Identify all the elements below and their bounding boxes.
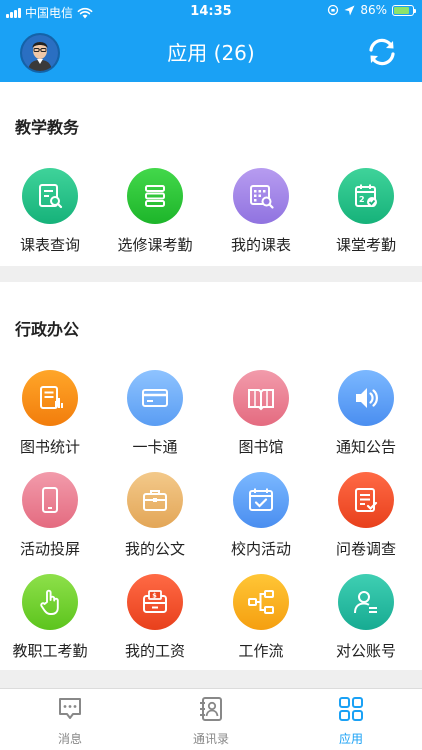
app-label: 通知公告: [335, 438, 396, 456]
report-icon: [22, 370, 78, 426]
app-label: 选修课考勤: [117, 236, 193, 254]
app-label: 对公账号: [335, 642, 396, 660]
search-table-icon: [22, 168, 78, 224]
app-label: 工作流: [238, 642, 284, 660]
section-title: 教学教务: [15, 118, 80, 137]
orientation-lock-icon: [328, 4, 339, 16]
app-screen-cast[interactable]: 活动投屏: [0, 472, 100, 559]
app-corporate-account[interactable]: 对公账号: [316, 574, 416, 661]
phone-icon: [22, 472, 78, 528]
app-campus-activity[interactable]: 校内活动: [211, 472, 311, 559]
svg-text:$: $: [152, 592, 157, 600]
status-bar: 中国电信 14:35 86%: [0, 0, 422, 22]
hand-pointer-icon: [22, 574, 78, 630]
refresh-icon[interactable]: [364, 34, 400, 70]
app-label: 课表查询: [19, 236, 80, 254]
nav-bar: 应用 (26): [0, 22, 422, 82]
briefcase-icon: [127, 472, 183, 528]
app-label: 教职工考勤: [12, 642, 88, 660]
section-divider: [0, 266, 422, 282]
page-title: 应用 (26): [167, 41, 255, 65]
app-my-salary[interactable]: $ 我的工资: [105, 574, 205, 661]
calendar-check-icon: [233, 472, 289, 528]
section-teaching: 教学教务 课表查询 选修课考勤 我的课表 2 课堂考勤: [0, 82, 422, 266]
chat-icon: [59, 698, 81, 719]
app-campus-card[interactable]: 一卡通: [105, 370, 205, 457]
app-elective-attendance[interactable]: 选修课考勤: [105, 168, 205, 255]
card-icon: [127, 370, 183, 426]
app-library[interactable]: 图书馆: [211, 370, 311, 457]
account-icon: [338, 574, 394, 630]
app-label: 图书馆: [238, 438, 284, 456]
wallet-icon: $: [127, 574, 183, 630]
app-label: 校内活动: [230, 540, 291, 558]
tab-label: 通讯录: [192, 732, 229, 746]
tab-contacts[interactable]: 通讯录: [161, 695, 261, 747]
tab-label: 消息: [57, 732, 82, 746]
app-notice[interactable]: 通知公告: [316, 370, 416, 457]
contacts-icon: [200, 697, 222, 721]
section-divider: [0, 670, 422, 688]
app-label: 一卡通: [132, 438, 178, 456]
layers-icon: [127, 168, 183, 224]
tab-bar: 消息 通讯录 应用: [0, 688, 422, 750]
app-label: 我的公文: [124, 540, 185, 558]
app-survey[interactable]: 问卷调查: [316, 472, 416, 559]
flow-icon: [233, 574, 289, 630]
app-label: 我的工资: [124, 642, 185, 660]
app-my-documents[interactable]: 我的公文: [105, 472, 205, 559]
battery-percent: 86%: [360, 3, 387, 17]
list-icon: [338, 472, 394, 528]
speaker-icon: [338, 370, 394, 426]
calendar-search-icon: [233, 168, 289, 224]
app-label: 我的课表: [230, 236, 291, 254]
app-book-stats[interactable]: 图书统计: [0, 370, 100, 457]
app-staff-attendance[interactable]: 教职工考勤: [0, 574, 100, 661]
app-label: 问卷调查: [335, 540, 396, 558]
apps-grid-icon: [339, 697, 363, 721]
tab-label: 应用: [338, 732, 363, 746]
tab-apps[interactable]: 应用: [301, 695, 401, 747]
app-course-query[interactable]: 课表查询: [0, 168, 100, 255]
book-icon: [233, 370, 289, 426]
app-my-schedule[interactable]: 我的课表: [211, 168, 311, 255]
section-admin: 行政办公 图书统计 一卡通 图书馆 通知公告 活动投屏 我的公文 校内活动 问卷…: [0, 282, 422, 670]
status-right: 86%: [327, 3, 416, 17]
section-title: 行政办公: [15, 320, 80, 339]
location-icon: [344, 5, 355, 15]
app-workflow[interactable]: 工作流: [211, 574, 311, 661]
calendar-check-icon: 2: [338, 168, 394, 224]
battery-icon: [392, 4, 416, 16]
app-class-attendance[interactable]: 2 课堂考勤: [316, 168, 416, 255]
app-label: 课堂考勤: [335, 236, 396, 254]
tab-messages[interactable]: 消息: [20, 695, 120, 747]
svg-text:2: 2: [359, 195, 365, 204]
app-label: 图书统计: [19, 438, 80, 456]
app-label: 活动投屏: [19, 540, 80, 558]
